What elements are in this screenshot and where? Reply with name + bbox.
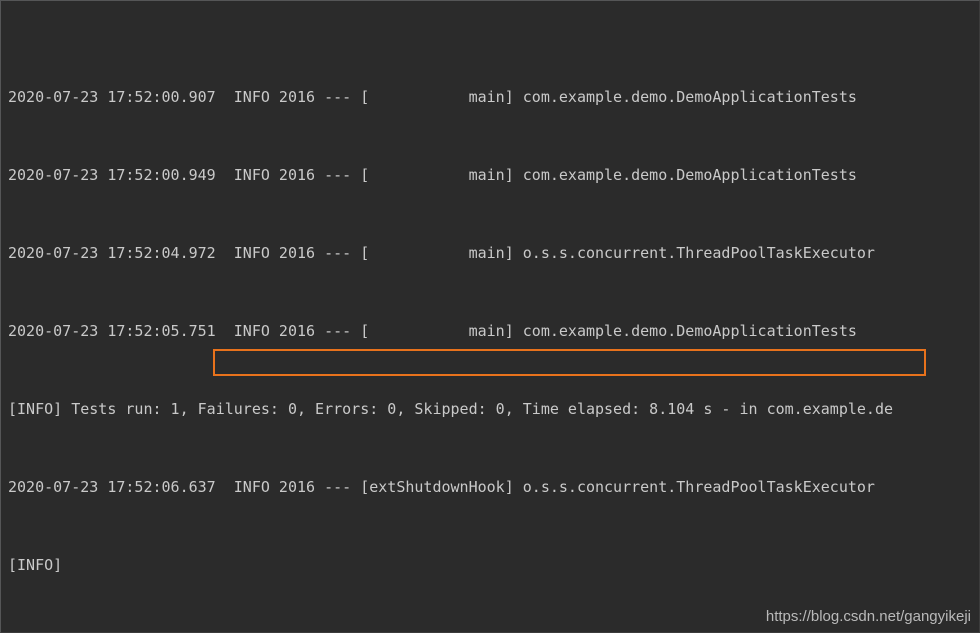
log-line: 2020-07-23 17:52:00.949 INFO 2016 --- [ … bbox=[8, 162, 979, 188]
console-log-output[interactable]: 2020-07-23 17:52:00.907 INFO 2016 --- [ … bbox=[8, 6, 979, 632]
log-line-text: 2020-07-23 17:52:05.751 INFO 2016 --- [ … bbox=[8, 322, 857, 340]
log-line-text: 2020-07-23 17:52:00.949 INFO 2016 --- [ … bbox=[8, 166, 857, 184]
log-line-text: 2020-07-23 17:52:00.907 INFO 2016 --- [ … bbox=[8, 88, 857, 106]
log-line-test-summary: [INFO] Tests run: 1, Failures: 0, Errors… bbox=[8, 396, 979, 422]
watermark-url: https://blog.csdn.net/gangyikeji bbox=[765, 608, 971, 625]
maven-build-console-window[interactable]: 2020-07-23 17:52:00.907 INFO 2016 --- [ … bbox=[0, 0, 980, 633]
log-line: 2020-07-23 17:52:06.637 INFO 2016 --- [e… bbox=[8, 474, 979, 500]
log-line: 2020-07-23 17:52:00.907 INFO 2016 --- [ … bbox=[8, 84, 979, 110]
log-line-text: 2020-07-23 17:52:06.637 INFO 2016 --- [e… bbox=[8, 478, 875, 496]
log-line: 2020-07-23 17:52:05.751 INFO 2016 --- [ … bbox=[8, 318, 979, 344]
log-line: [INFO] bbox=[8, 552, 979, 578]
log-line-text: [INFO] Tests run: 1, Failures: 0, Errors… bbox=[8, 400, 894, 418]
log-line-text: 2020-07-23 17:52:04.972 INFO 2016 --- [ … bbox=[8, 244, 875, 262]
log-line-text: [INFO] bbox=[8, 556, 63, 574]
log-line: 2020-07-23 17:52:04.972 INFO 2016 --- [ … bbox=[8, 240, 979, 266]
